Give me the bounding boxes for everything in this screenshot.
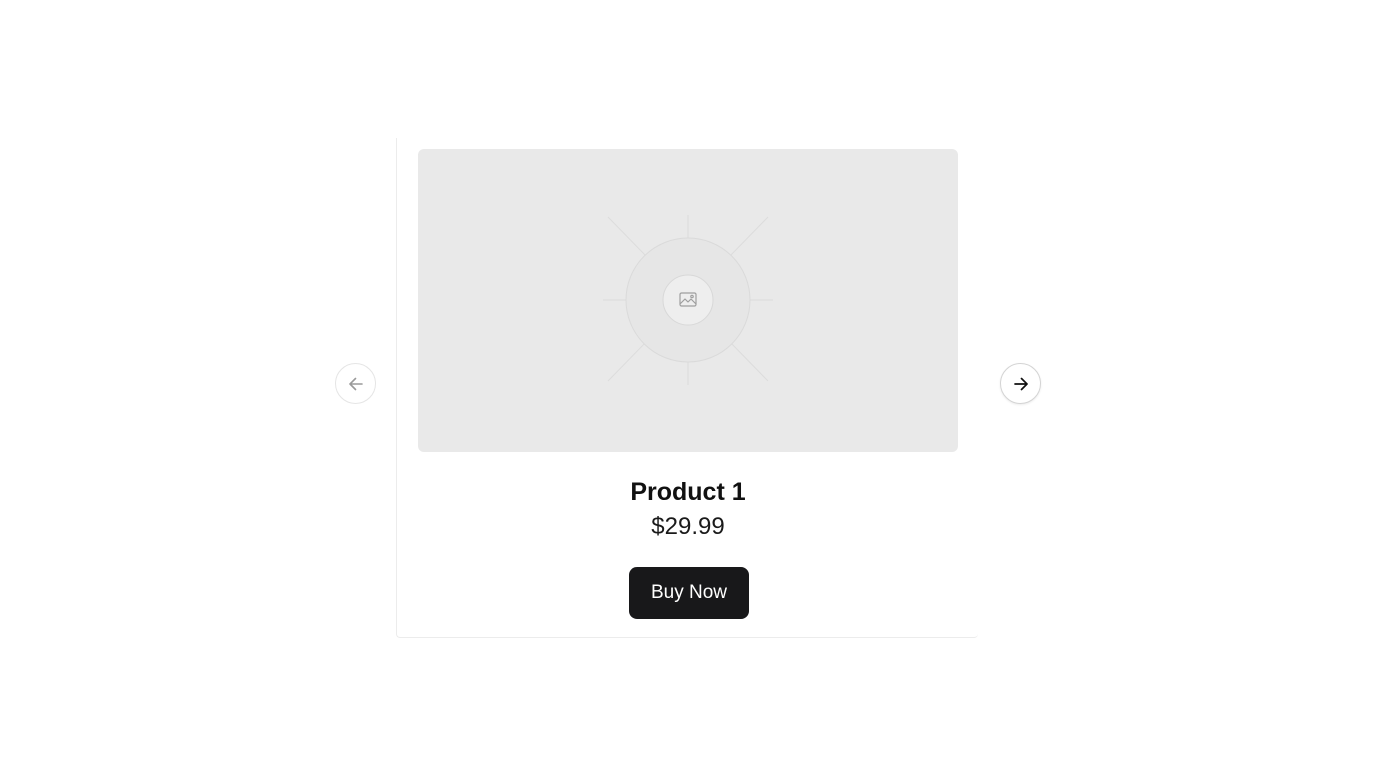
product-title: Product 1: [630, 478, 746, 506]
carousel: Product 1 $29.99 Buy Now: [0, 0, 1376, 768]
carousel-next-button[interactable]: [1000, 363, 1041, 404]
buy-now-button[interactable]: Buy Now: [629, 567, 749, 619]
arrow-right-icon: [1013, 377, 1028, 390]
arrow-left-icon: [348, 377, 363, 390]
carousel-prev-button[interactable]: [335, 363, 376, 404]
product-price: $29.99: [651, 513, 725, 540]
product-image-placeholder: [418, 149, 958, 452]
product-card: Product 1 $29.99 Buy Now: [396, 138, 978, 638]
